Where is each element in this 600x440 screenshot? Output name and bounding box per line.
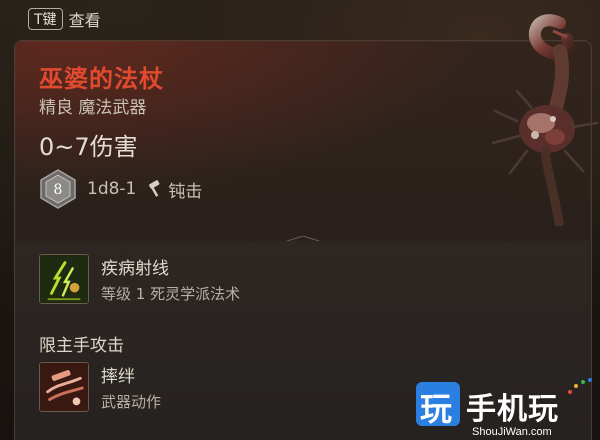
watermark-dots-icon (568, 378, 592, 394)
sickness-ray-icon (39, 254, 89, 304)
key-badge: T键 (28, 8, 63, 30)
bludgeon-icon (149, 180, 160, 197)
damage-dice-row: 8 1d8-1 钝击 (39, 169, 202, 209)
hint-action: 查看 (68, 11, 101, 30)
ability-title: 摔绊 (101, 367, 135, 387)
ability-topple[interactable]: 摔绊 武器动作 (39, 359, 161, 415)
d8-dice-icon: 8 (40, 169, 76, 209)
watermark-logo-char: 玩 (420, 390, 453, 428)
ability-desc: 武器动作 (101, 393, 162, 411)
item-name: 巫婆的法杖 (39, 65, 164, 93)
site-watermark: 玩 手机玩 ShouJiWan.com (416, 378, 596, 440)
witch-staff-art (491, 14, 599, 226)
ability-sickness-ray[interactable]: 疾病射线 等级 1 死灵学派法术 (39, 251, 240, 307)
item-rarity-type: 精良 魔法武器 (39, 98, 147, 118)
damage-type: 钝击 (168, 181, 203, 202)
ability-title: 疾病射线 (101, 259, 169, 279)
topple-icon (39, 362, 89, 412)
dice-number: 8 (54, 182, 63, 198)
damage-range: 0~7伤害 (39, 133, 138, 161)
watermark-brand: 手机玩 (466, 392, 559, 427)
watermark-url: ShouJiWan.com (472, 426, 552, 438)
main-hand-restriction: 限主手攻击 (39, 336, 124, 356)
watermark-logo: 玩 (416, 382, 460, 428)
inspect-hint: T键 查看 (28, 6, 101, 32)
dice-formula: 1d8-1 (87, 179, 137, 199)
ability-desc: 等级 1 死灵学派法术 (101, 285, 241, 303)
